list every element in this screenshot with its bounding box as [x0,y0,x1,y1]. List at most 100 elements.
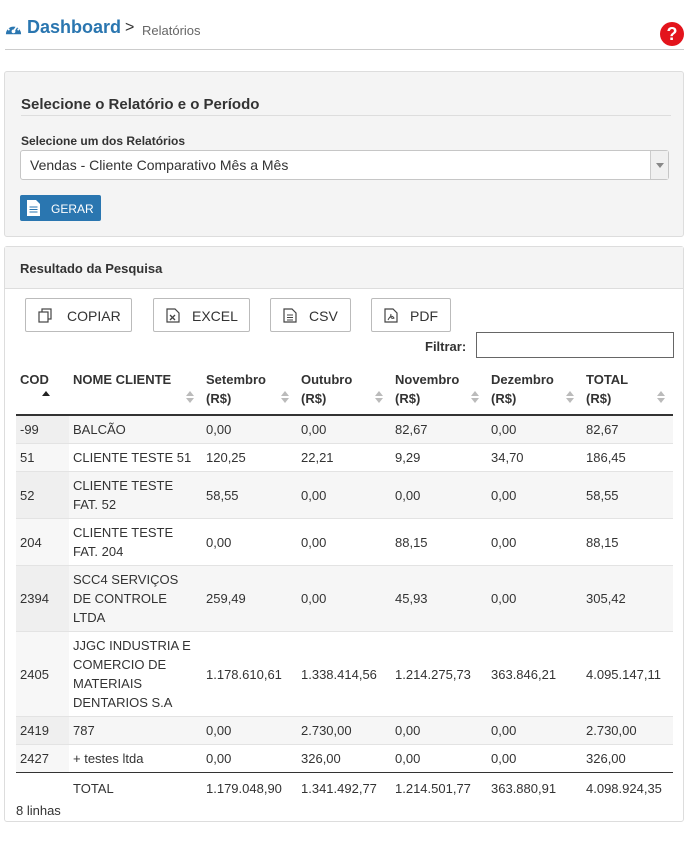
table-row: 2394 SCC4 SERVIÇOS DE CONTROLE LTDA 259,… [16,565,673,632]
cell-outubro: 326,00 [297,744,391,773]
filter-input[interactable] [476,332,674,358]
cell-dezembro: 0,00 [487,471,582,519]
cell-novembro: 82,67 [391,414,487,444]
cell-novembro: 45,93 [391,565,487,632]
cell-setembro: 0,00 [202,414,297,444]
cell-dezembro: 0,00 [487,518,582,566]
cell-total: 82,67 [582,414,673,444]
cell-nome: BALCÃO [69,414,202,444]
report-select[interactable]: Vendas - Cliente Comparativo Mês a Mês [20,150,669,180]
column-header-unit: (R$) [395,391,421,406]
column-header-label: NOME CLIENTE [73,372,172,387]
cell-cod: 2427 [16,744,69,773]
cell-outubro: 0,00 [297,471,391,519]
footer-outubro: 1.341.492,77 [297,772,391,804]
pdf-button-label: PDF [410,308,438,324]
generate-button-label: GERAR [51,202,94,216]
cell-novembro: 0,00 [391,471,487,519]
table-body: -99 BALCÃO 0,00 0,00 82,67 0,00 82,67 51… [16,414,673,773]
cell-cod: -99 [16,414,69,444]
table-header: COD NOME CLIENTE Setembro (R$) Outubro (… [16,361,673,416]
pdf-button[interactable]: PDF [371,298,451,332]
table-row: 2419 787 0,00 2.730,00 0,00 0,00 2.730,0… [16,716,673,745]
table-row: -99 BALCÃO 0,00 0,00 82,67 0,00 82,67 [16,414,673,444]
column-header-setembro[interactable]: Setembro (R$) [202,361,297,416]
report-select-value: Vendas - Cliente Comparativo Mês a Mês [30,157,289,173]
cell-total: 4.095.147,11 [582,631,673,717]
results-panel: Resultado da Pesquisa COPIAR EXCEL CSV P… [4,246,684,822]
column-header-unit: (R$) [206,391,232,406]
column-header-label: TOTAL [586,372,629,387]
cell-total: 305,42 [582,565,673,632]
csv-button[interactable]: CSV [270,298,351,332]
cell-cod: 2419 [16,716,69,745]
cell-nome: JJGC INDUSTRIA E COMERCIO DE MATERIAIS D… [69,631,202,717]
footer-dezembro: 363.880,91 [487,772,582,804]
column-header-total[interactable]: TOTAL (R$) [582,361,673,416]
pdf-file-icon [384,308,398,323]
dashboard-gauge-icon [5,23,22,35]
cell-setembro: 0,00 [202,716,297,745]
cell-nome: 787 [69,716,202,745]
cell-dezembro: 363.846,21 [487,631,582,717]
cell-total: 186,45 [582,443,673,472]
table-row: 2427 + testes ltda 0,00 326,00 0,00 0,00… [16,744,673,773]
column-header-label: Dezembro [491,372,554,387]
panel-title: Selecione o Relatório e o Período [21,96,260,113]
sort-icon [281,391,289,405]
column-header-label: Outubro [301,372,353,387]
copy-button[interactable]: COPIAR [25,298,132,332]
cell-nome: SCC4 SERVIÇOS DE CONTROLE LTDA [69,565,202,632]
cell-outubro: 22,21 [297,443,391,472]
column-header-nome[interactable]: NOME CLIENTE [69,361,202,416]
cell-dezembro: 0,00 [487,744,582,773]
table-footer: TOTAL 1.179.048,90 1.341.492,77 1.214.50… [16,772,673,804]
chevron-down-icon[interactable] [650,151,668,179]
results-title: Resultado da Pesquisa [20,261,163,276]
cell-novembro: 0,00 [391,744,487,773]
cell-outubro: 0,00 [297,565,391,632]
sort-icon [471,391,479,405]
cell-outubro: 0,00 [297,518,391,566]
cell-total: 58,55 [582,471,673,519]
column-header-dezembro[interactable]: Dezembro (R$) [487,361,582,416]
cell-setembro: 0,00 [202,518,297,566]
cell-setembro: 259,49 [202,565,297,632]
cell-setembro: 120,25 [202,443,297,472]
excel-file-icon [166,308,180,323]
column-header-outubro[interactable]: Outubro (R$) [297,361,391,416]
sort-icon [186,391,194,405]
cell-nome: CLIENTE TESTE FAT. 52 [69,471,202,519]
breadcrumb-dashboard-link[interactable]: Dashboard [27,17,121,38]
csv-button-label: CSV [309,308,338,324]
column-header-label: Novembro [395,372,460,387]
cell-setembro: 1.178.610,61 [202,631,297,717]
cell-cod: 2405 [16,631,69,717]
cell-dezembro: 0,00 [487,716,582,745]
filter-label: Filtrar: [425,339,467,354]
cell-novembro: 88,15 [391,518,487,566]
column-header-unit: (R$) [586,391,612,406]
breadcrumb-separator: > [125,19,135,36]
table-row: 51 CLIENTE TESTE 51 120,25 22,21 9,29 34… [16,443,673,472]
cell-outubro: 0,00 [297,414,391,444]
excel-button[interactable]: EXCEL [153,298,250,332]
help-circle-icon[interactable]: ? [660,22,684,46]
cell-cod: 51 [16,443,69,472]
sort-ascending-icon [42,391,50,396]
sort-icon [566,391,574,405]
column-header-cod[interactable]: COD [16,361,69,416]
column-header-novembro[interactable]: Novembro (R$) [391,361,487,416]
column-header-unit: (R$) [491,391,517,406]
cell-outubro: 1.338.414,56 [297,631,391,717]
column-header-unit: (R$) [301,391,327,406]
cell-nome: + testes ltda [69,744,202,773]
results-panel-header: Resultado da Pesquisa [5,247,683,289]
cell-total: 88,15 [582,518,673,566]
cell-total: 2.730,00 [582,716,673,745]
panel-divider [21,115,671,116]
header-row: COD NOME CLIENTE Setembro (R$) Outubro (… [16,361,673,416]
column-header-label: Setembro [206,372,266,387]
generate-button[interactable]: GERAR [20,195,101,221]
cell-total: 326,00 [582,744,673,773]
